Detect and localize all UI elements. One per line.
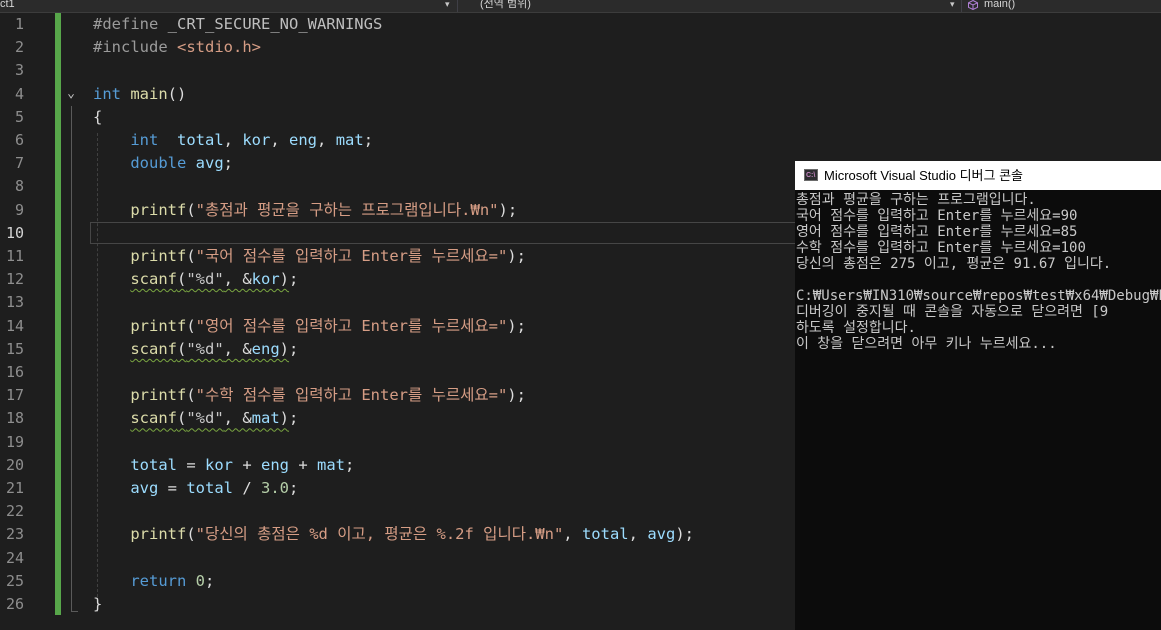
line-number: 5	[14, 107, 24, 126]
code-line-20: total = kor + eng + mat;	[130, 455, 355, 474]
console-app-icon: C:\	[804, 169, 818, 181]
line-number: 21	[5, 479, 24, 497]
line-number: 13	[5, 293, 24, 312]
line-number: 10	[5, 223, 24, 242]
code-line-18: scanf("%d", &mat);	[130, 409, 299, 428]
line-number: 2	[14, 38, 24, 57]
line-number: 9	[14, 200, 24, 219]
current-line-highlight	[90, 222, 796, 244]
line-number: 11	[5, 247, 24, 265]
console-title-bar[interactable]: C:\ Microsoft Visual Studio 디버그 콘솔	[795, 161, 1161, 190]
code-line-15: scanf("%d", &eng);	[130, 339, 299, 358]
navbar-divider	[457, 0, 458, 12]
code-line-4: int main()	[93, 84, 187, 103]
code-line-14: printf("영어 점수를 입력하고 Enter를 누르세요=");	[130, 316, 526, 335]
console-line: 디버깅이 중지될 때 콘솔을 자동으로 닫으려면 [9	[796, 304, 1109, 320]
line-number: 1	[14, 15, 24, 33]
member-dropdown[interactable]: main()	[984, 0, 1015, 11]
code-line-26: }	[93, 595, 103, 613]
scope-chevron-down-icon[interactable]: ▾	[950, 0, 955, 11]
console-line: 국어 점수를 입력하고 Enter를 누르세요=90	[796, 208, 1078, 224]
line-number: 19	[5, 432, 24, 451]
console-line: 이 창을 닫으려면 아무 키나 누르세요...	[796, 336, 1057, 352]
navigation-bar: ct1 ▾ (전역 범위) ▾ main()	[0, 0, 1161, 13]
debug-console-window[interactable]: C:\ Microsoft Visual Studio 디버그 콘솔 총점과 평…	[795, 161, 1161, 630]
line-number: 6	[14, 131, 24, 149]
console-line: 영어 점수를 입력하고 Enter를 누르세요=85	[796, 224, 1078, 240]
console-line: 당신의 총점은 275 이고, 평균은 91.67 입니다.	[796, 256, 1112, 272]
fold-chevron-down-icon[interactable]: ⌄	[63, 86, 79, 102]
console-line: 하도록 설정합니다.	[796, 320, 916, 336]
project-dropdown[interactable]: ct1	[0, 0, 15, 11]
line-number: 4	[14, 84, 24, 103]
console-line: C:₩Users₩IN310₩source₩repos₩test₩x64₩Deb…	[796, 288, 1161, 304]
console-title: Microsoft Visual Studio 디버그 콘솔	[824, 168, 1024, 183]
line-number: 7	[14, 154, 24, 173]
console-output: 총점과 평균을 구하는 프로그램입니다. 국어 점수를 입력하고 Enter를 누…	[796, 192, 1161, 352]
code-line-9: printf("총점과 평균을 구하는 프로그램입니다.₩n");	[130, 200, 518, 219]
scope-dropdown[interactable]: (전역 범위)	[480, 0, 531, 11]
line-number: 15	[5, 339, 24, 358]
code-line-1: #define _CRT_SECURE_NO_WARNINGS	[93, 15, 383, 33]
line-number: 20	[5, 455, 24, 474]
line-number: 22	[5, 502, 24, 521]
code-line-12: scanf("%d", &kor);	[130, 270, 299, 289]
line-number: 26	[5, 595, 24, 613]
line-number: 24	[5, 548, 24, 567]
line-number: 18	[5, 409, 24, 428]
console-line: 총점과 평균을 구하는 프로그램입니다.	[796, 192, 1036, 208]
code-line-2: #include <stdio.h>	[93, 38, 261, 57]
code-line-6: int total, kor, eng, mat;	[130, 131, 374, 149]
code-line-17: printf("수학 점수를 입력하고 Enter를 누르세요=");	[130, 386, 526, 405]
line-number: 8	[14, 177, 24, 196]
method-cube-icon	[968, 0, 978, 10]
line-number: 17	[5, 386, 24, 405]
code-line-7: double avg;	[130, 154, 234, 173]
line-number: 3	[14, 61, 24, 80]
line-number: 25	[5, 571, 24, 590]
code-line-25: return 0;	[130, 571, 215, 590]
change-indicator-bar	[55, 13, 61, 615]
line-number: 16	[5, 363, 24, 381]
code-line-11: printf("국어 점수를 입력하고 Enter를 누르세요=");	[130, 247, 526, 265]
line-number: 23	[5, 525, 24, 544]
project-chevron-down-icon[interactable]: ▾	[445, 0, 450, 11]
code-line-21: avg = total / 3.0;	[130, 479, 299, 497]
console-line: 수학 점수를 입력하고 Enter를 누르세요=100	[796, 240, 1086, 256]
line-number: 12	[5, 270, 24, 289]
navbar-divider	[961, 0, 962, 12]
code-line-5: {	[93, 107, 103, 126]
code-line-23: printf("당신의 총점은 %d 이고, 평균은 %.2f 입니다.₩n",…	[130, 525, 694, 544]
line-number: 14	[5, 316, 24, 335]
fold-region-line	[71, 106, 72, 612]
fold-region-end	[71, 611, 78, 612]
